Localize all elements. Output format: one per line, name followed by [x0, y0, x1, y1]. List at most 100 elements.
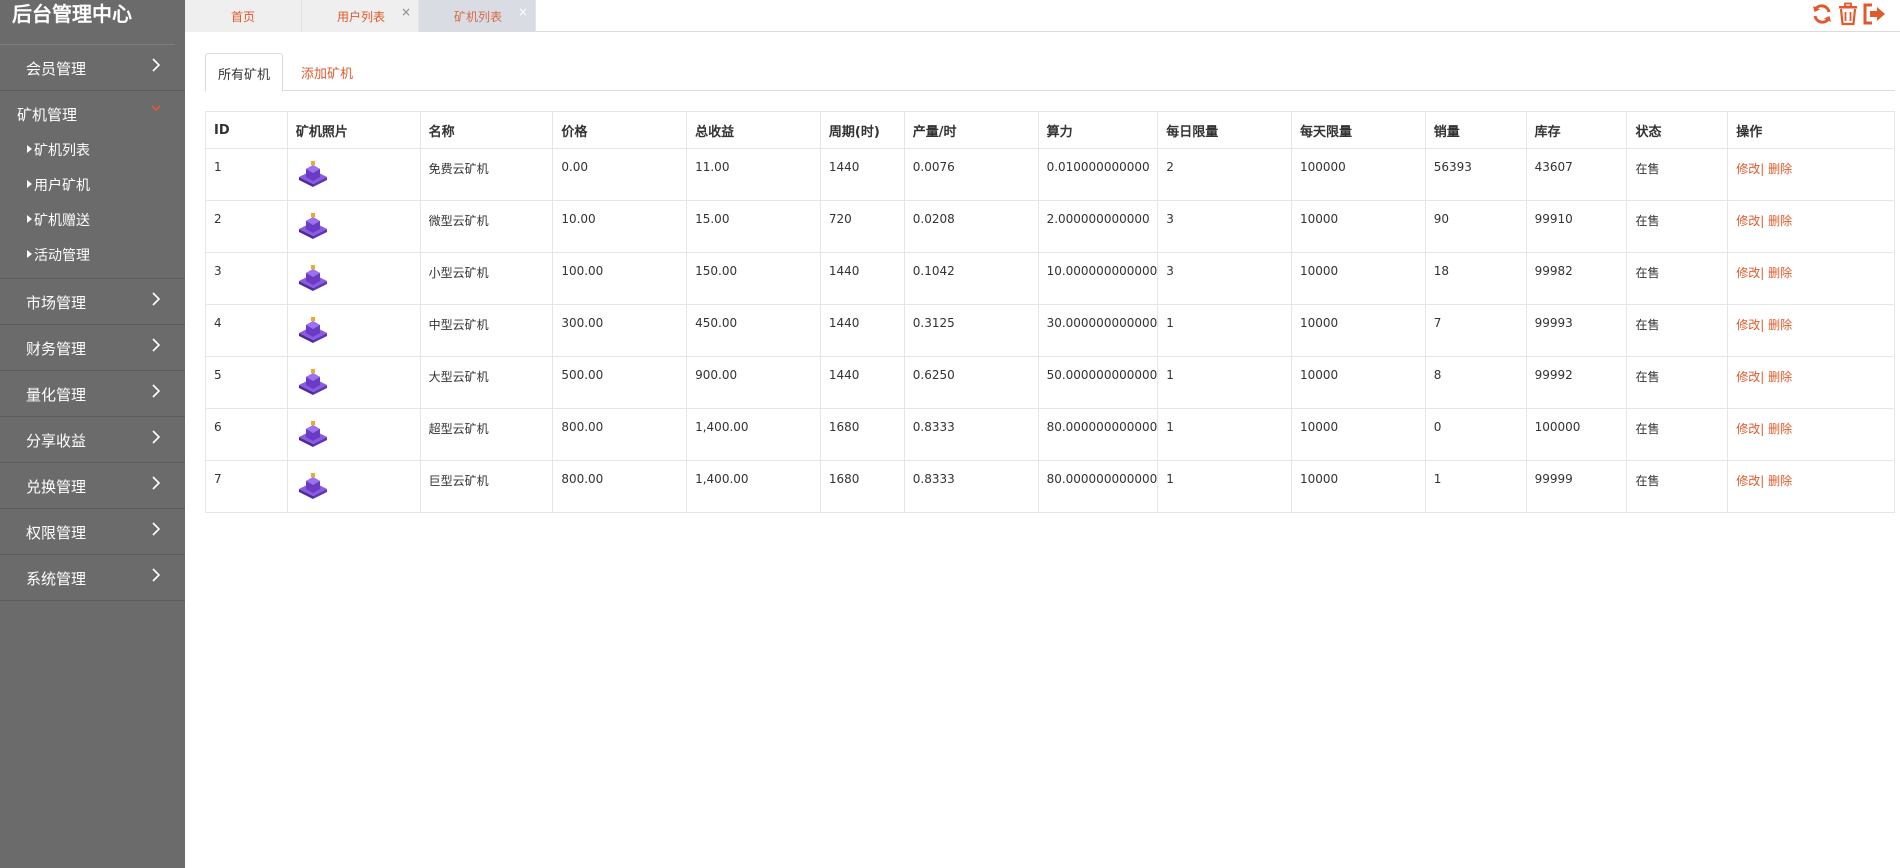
- close-icon[interactable]: ×: [401, 5, 411, 19]
- table-cell: 100000: [1290, 148, 1426, 201]
- table-cell: 99999: [1525, 460, 1628, 513]
- delete-link[interactable]: 删除: [1768, 474, 1792, 488]
- edit-link[interactable]: 修改: [1736, 266, 1760, 280]
- mining-machine-icon: [298, 473, 327, 499]
- delete-link[interactable]: 删除: [1768, 266, 1792, 280]
- sidebar-item-activities[interactable]: 活动管理: [0, 238, 185, 273]
- table-cell: 15.00: [686, 200, 821, 253]
- tab-label: 用户列表: [337, 10, 386, 24]
- delete-link[interactable]: 删除: [1768, 370, 1792, 384]
- table-cell: 在售: [1626, 304, 1729, 357]
- edit-link[interactable]: 修改: [1736, 474, 1760, 488]
- table-cell: 大型云矿机: [419, 356, 554, 409]
- tab-home[interactable]: 首页: [185, 0, 302, 32]
- sidebar-item-user-machines[interactable]: 用户矿机: [0, 168, 185, 203]
- action-separator: |: [1760, 214, 1765, 228]
- table-cell: 10.00: [552, 200, 688, 253]
- table-cell: 10000: [1290, 252, 1426, 305]
- sidebar-item-machine-gift[interactable]: 矿机赠送: [0, 203, 185, 238]
- sidebar-item-label: 市场管理: [26, 294, 87, 312]
- table-cell: 10000: [1290, 356, 1426, 409]
- machine-photo-cell: [286, 408, 421, 461]
- sidebar-item-machines[interactable]: 矿机管理: [0, 91, 185, 133]
- chevron-right-icon: [152, 430, 161, 444]
- table-cell: 80.000000000000: [1037, 460, 1159, 513]
- table-cell: 1: [1157, 304, 1292, 357]
- delete-link[interactable]: 删除: [1768, 422, 1792, 436]
- machine-photo-cell: [286, 200, 421, 253]
- sidebar-item-machine-list[interactable]: 矿机列表: [0, 133, 185, 168]
- sidebar-item-label: 矿机赠送: [34, 213, 90, 229]
- table-cell: 18: [1424, 252, 1527, 305]
- column-header: 矿机照片: [286, 111, 421, 149]
- sidebar-item-share-earnings[interactable]: 分享收益: [0, 417, 185, 463]
- sidebar-item-permissions[interactable]: 权限管理: [0, 509, 185, 555]
- actions-cell: 修改| 删除: [1727, 200, 1895, 253]
- delete-link[interactable]: 删除: [1768, 162, 1792, 176]
- table-cell: 800.00: [552, 460, 688, 513]
- table-cell: 2.000000000000: [1037, 200, 1159, 253]
- delete-link[interactable]: 删除: [1768, 318, 1792, 332]
- column-header: 价格: [552, 111, 688, 149]
- table-cell: 1: [1157, 356, 1292, 409]
- tab-all-machines[interactable]: 所有矿机: [205, 53, 284, 92]
- sidebar-item-finance[interactable]: 财务管理: [0, 325, 185, 371]
- sidebar-item-label: 财务管理: [26, 340, 87, 358]
- column-header: 算力: [1037, 111, 1159, 149]
- close-icon[interactable]: ×: [518, 5, 528, 19]
- table-cell: 在售: [1626, 460, 1729, 513]
- refresh-icon[interactable]: [1810, 2, 1834, 26]
- column-header: 总收益: [686, 111, 821, 149]
- table-cell: 10000: [1290, 304, 1426, 357]
- table-cell: 3: [1157, 252, 1292, 305]
- sidebar: 后台管理中心 会员管理 矿机管理 矿机列表 用户矿机 矿机赠送 活动管理 市场管…: [0, 0, 185, 868]
- table-cell: 1,400.00: [686, 408, 821, 461]
- column-header: 操作: [1727, 111, 1895, 149]
- table-cell: 在售: [1626, 252, 1729, 305]
- table-cell: 1,400.00: [686, 460, 821, 513]
- column-header: 销量: [1424, 111, 1527, 149]
- delete-link[interactable]: 删除: [1768, 214, 1792, 228]
- table-cell: 1680: [819, 408, 905, 461]
- sidebar-item-exchange[interactable]: 兑换管理: [0, 463, 185, 509]
- action-separator: |: [1760, 474, 1765, 488]
- sidebar-item-system[interactable]: 系统管理: [0, 555, 185, 601]
- column-header: 产量/时: [903, 111, 1039, 149]
- table-row: 4 中型云矿机 300.00 450.00 1440 0.3125 30.000000000…: [205, 304, 1895, 357]
- table-cell: 800.00: [552, 408, 688, 461]
- table-cell: 3: [1157, 200, 1292, 253]
- column-header: 状态: [1626, 111, 1729, 149]
- table-cell: 5: [205, 356, 288, 409]
- trash-icon[interactable]: [1836, 2, 1860, 26]
- table-cell: 巨型云矿机: [419, 460, 554, 513]
- edit-link[interactable]: 修改: [1736, 162, 1760, 176]
- edit-link[interactable]: 修改: [1736, 422, 1760, 436]
- sidebar-item-market[interactable]: 市场管理: [0, 279, 185, 325]
- table-cell: 1440: [819, 304, 905, 357]
- table-cell: 300.00: [552, 304, 688, 357]
- brand-divider: [0, 31, 175, 45]
- chevron-right-icon: [152, 58, 161, 72]
- table-cell: 在售: [1626, 148, 1729, 201]
- edit-link[interactable]: 修改: [1736, 318, 1760, 332]
- tab-machine-list[interactable]: 矿机列表 ×: [419, 0, 536, 32]
- mining-machine-icon: [298, 317, 327, 343]
- table-cell: 1: [1157, 408, 1292, 461]
- tab-bar: 首页 用户列表 × 矿机列表 ×: [185, 0, 1900, 32]
- action-separator: |: [1760, 318, 1765, 332]
- logout-icon[interactable]: [1862, 2, 1886, 26]
- table-cell: 免费云矿机: [419, 148, 554, 201]
- table-cell: 2: [205, 200, 288, 253]
- tab-add-machine[interactable]: 添加矿机: [289, 53, 365, 92]
- table-cell: 在售: [1626, 356, 1729, 409]
- table-row: 6 超型云矿机 800.00 1,400.00 1680 0.8333 80.0000000…: [205, 408, 1895, 461]
- edit-link[interactable]: 修改: [1736, 370, 1760, 384]
- mining-machine-icon: [298, 265, 327, 291]
- tab-user-list[interactable]: 用户列表 ×: [302, 0, 419, 32]
- table-cell: 1: [205, 148, 288, 201]
- sidebar-item-members[interactable]: 会员管理: [0, 45, 185, 91]
- sidebar-item-quant[interactable]: 量化管理: [0, 371, 185, 417]
- table-cell: 6: [205, 408, 288, 461]
- machine-table: ID 矿机照片 名称 价格 总收益 周期(时) 产量/时 算力 每日限量 每天限…: [205, 111, 1895, 513]
- edit-link[interactable]: 修改: [1736, 214, 1760, 228]
